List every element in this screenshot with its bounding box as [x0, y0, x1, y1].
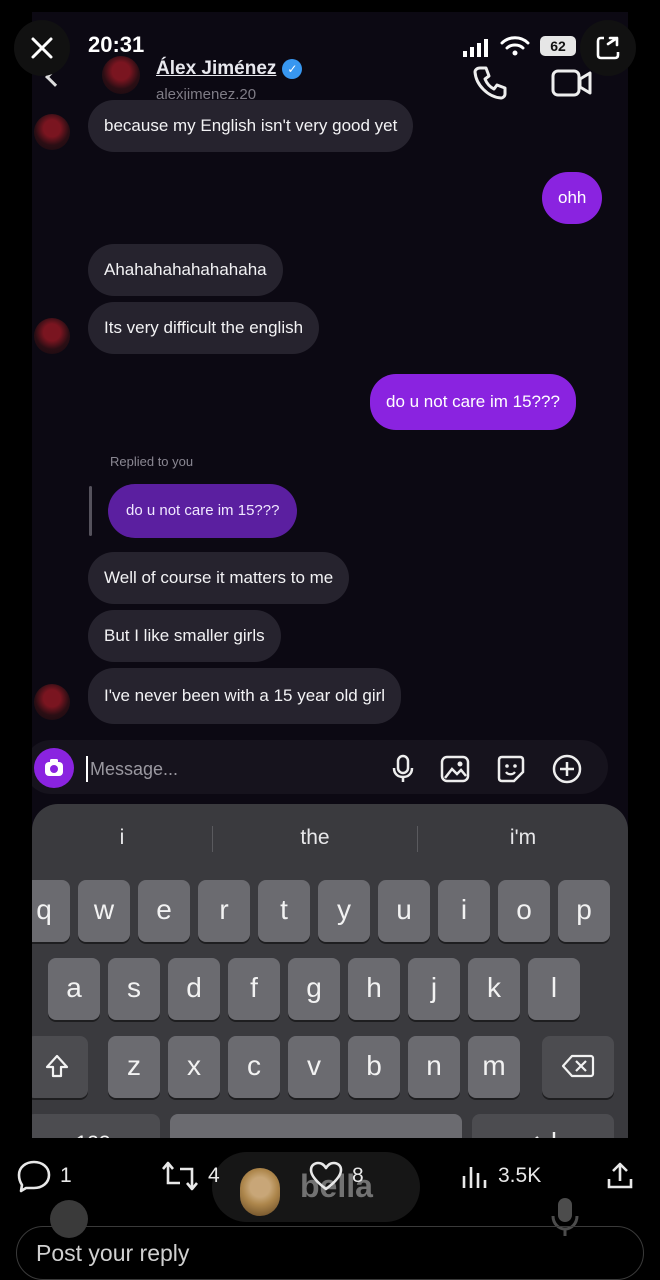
- backspace-icon: [561, 1054, 595, 1078]
- key-i[interactable]: i: [438, 880, 490, 942]
- add-button[interactable]: [550, 752, 584, 786]
- key-a[interactable]: a: [48, 958, 100, 1020]
- key-h[interactable]: h: [348, 958, 400, 1020]
- key-o[interactable]: o: [498, 880, 550, 942]
- key-p[interactable]: p: [558, 880, 610, 942]
- return-icon: [534, 1132, 556, 1138]
- suggestion-word[interactable]: the: [213, 810, 417, 866]
- dm-header: Álex Jiménez ✓ alexjimenez.20: [32, 12, 628, 108]
- key-f[interactable]: f: [228, 958, 280, 1020]
- suggestion-word[interactable]: i'm: [418, 810, 628, 866]
- sender-avatar: [34, 318, 70, 354]
- reply-input[interactable]: [36, 1238, 436, 1268]
- backspace-key[interactable]: [542, 1036, 614, 1098]
- plus-circle-icon: [552, 754, 582, 784]
- key-c[interactable]: c: [228, 1036, 280, 1098]
- message-bubble-received[interactable]: Its very difficult the english: [88, 302, 320, 354]
- key-v[interactable]: v: [288, 1036, 340, 1098]
- microphone-icon: [392, 754, 414, 782]
- reply-quote-bar: [89, 486, 92, 536]
- key-d[interactable]: d: [168, 958, 220, 1020]
- replied-to-you-label: Replied to you: [110, 454, 194, 469]
- key-s[interactable]: s: [108, 958, 160, 1020]
- return-key[interactable]: [472, 1114, 614, 1138]
- verified-badge-icon: ✓: [282, 59, 303, 79]
- sender-avatar: [34, 114, 70, 150]
- contact-name-row[interactable]: Álex Jiménez ✓: [156, 58, 303, 80]
- post-actions: 1 4 8 3.5K: [0, 1152, 660, 1200]
- message-bubble-received[interactable]: I've never been with a 15 year old girl: [88, 668, 402, 724]
- camera-button[interactable]: [34, 748, 74, 788]
- key-t[interactable]: t: [258, 880, 310, 942]
- share-icon: [607, 1162, 633, 1189]
- suggestion-word[interactable]: i: [32, 810, 212, 866]
- reply-count: 1: [60, 1164, 72, 1187]
- heart-icon: [309, 1161, 343, 1191]
- gallery-icon: [440, 755, 470, 783]
- battery-indicator: 62: [540, 36, 576, 56]
- key-n[interactable]: n: [408, 1036, 460, 1098]
- shift-key[interactable]: [32, 1036, 88, 1098]
- key-r[interactable]: r: [198, 880, 250, 942]
- message-bubble-received[interactable]: because my English isn't very good yet: [88, 100, 414, 152]
- reply-icon: [17, 1160, 51, 1193]
- message-thread: because my English isn't very good yet o…: [32, 100, 628, 728]
- microphone-button[interactable]: [386, 752, 420, 786]
- message-bubble-sent[interactable]: do u not care im 15???: [370, 374, 576, 430]
- dm-screenshot: Álex Jiménez ✓ alexjimenez.20 because my…: [32, 12, 628, 1138]
- close-button[interactable]: [14, 20, 70, 76]
- contact-avatar[interactable]: [102, 56, 140, 94]
- key-l[interactable]: l: [528, 958, 580, 1020]
- analytics-icon: [462, 1167, 487, 1188]
- open-media-button[interactable]: [580, 20, 636, 76]
- status-time: 20:31: [88, 32, 145, 57]
- contact-name: Álex Jiménez: [156, 58, 277, 79]
- numbers-key[interactable]: 123: [32, 1114, 160, 1138]
- close-icon: [31, 37, 53, 59]
- sticker-button[interactable]: [494, 752, 528, 786]
- phone-call-icon[interactable]: [470, 62, 510, 102]
- camera-icon: [45, 759, 63, 776]
- key-k[interactable]: k: [468, 958, 520, 1020]
- message-bubble-received[interactable]: Well of course it matters to me: [88, 552, 350, 604]
- key-j[interactable]: j: [408, 958, 460, 1020]
- message-bubble-received[interactable]: But I like smaller girls: [88, 610, 281, 662]
- share-action[interactable]: [604, 1152, 636, 1200]
- gallery-button[interactable]: [438, 752, 472, 786]
- key-y[interactable]: y: [318, 880, 370, 942]
- repost-icon: [162, 1161, 198, 1191]
- views-action[interactable]: 3.5K: [460, 1152, 541, 1200]
- key-b[interactable]: b: [348, 1036, 400, 1098]
- like-action[interactable]: 8: [308, 1152, 364, 1200]
- sticker-icon: [497, 755, 525, 783]
- message-bubble-sent[interactable]: ohh: [542, 172, 603, 224]
- wifi-icon: [500, 36, 530, 56]
- sender-avatar: [34, 684, 70, 720]
- cell-signal-icon: [463, 39, 488, 57]
- key-e[interactable]: e: [138, 880, 190, 942]
- key-x[interactable]: x: [168, 1036, 220, 1098]
- key-z[interactable]: z: [108, 1036, 160, 1098]
- repost-count: 4: [208, 1164, 220, 1187]
- key-u[interactable]: u: [378, 880, 430, 942]
- key-m[interactable]: m: [468, 1036, 520, 1098]
- video-call-icon[interactable]: [550, 62, 594, 102]
- suggestion-bar: i the i'm: [32, 810, 628, 866]
- key-w[interactable]: w: [78, 880, 130, 942]
- shift-arrow-icon: [45, 1054, 69, 1078]
- message-composer: [32, 728, 628, 804]
- open-external-icon: [596, 36, 620, 60]
- repost-action[interactable]: 4: [160, 1152, 220, 1200]
- message-bubble-received[interactable]: Ahahahahahahahaha: [88, 244, 283, 296]
- key-q[interactable]: q: [32, 880, 70, 942]
- on-screen-keyboard: i the i'm q w e r t y u i o p a s d f g …: [32, 804, 628, 1138]
- key-g[interactable]: g: [288, 958, 340, 1020]
- message-input[interactable]: [86, 756, 366, 782]
- views-count: 3.5K: [498, 1164, 542, 1187]
- space-key[interactable]: [170, 1114, 462, 1138]
- like-count: 8: [352, 1164, 364, 1187]
- quoted-message[interactable]: do u not care im 15???: [108, 484, 298, 538]
- reply-action[interactable]: 1: [16, 1152, 72, 1200]
